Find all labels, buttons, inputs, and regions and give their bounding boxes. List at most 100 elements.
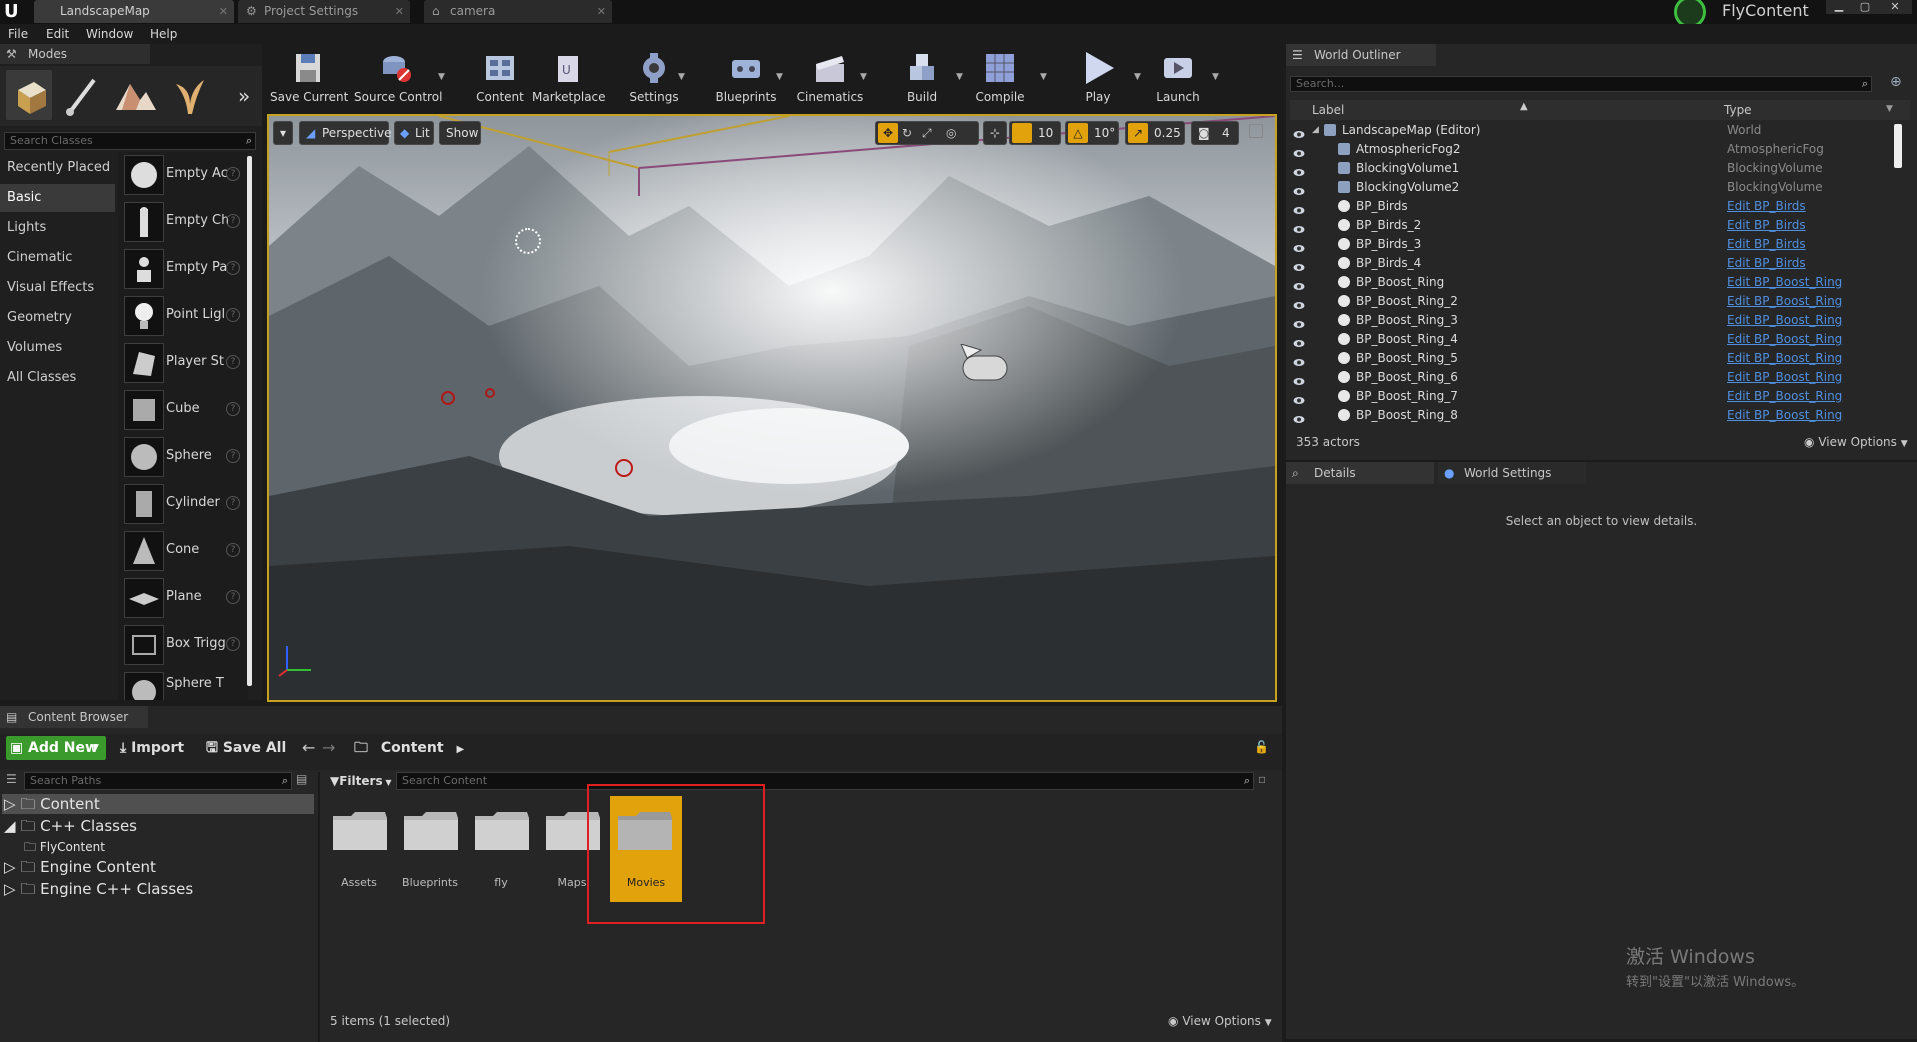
asset-folder[interactable]: Blueprints: [398, 804, 462, 904]
path-view-options-icon[interactable]: ▤: [296, 772, 307, 786]
cinematics-button[interactable]: Cinematics: [794, 48, 866, 106]
tree-item-engine-content[interactable]: ▷ 🗀 Engine Content: [4, 856, 156, 878]
placeable-item[interactable]: Empty Ac?: [122, 152, 242, 196]
add-folder-icon[interactable]: ⊕: [1890, 74, 1902, 90]
save-search-icon[interactable]: ▫: [1258, 772, 1266, 786]
placeable-item[interactable]: Box Trigg?: [122, 622, 242, 666]
viewport-options-button[interactable]: ▾: [273, 121, 293, 145]
close-icon[interactable]: ✕: [219, 0, 228, 23]
level-viewport[interactable]: ▾ ◢ Perspective ◆ Lit Show ✥ ↻ ⤢ ◎ ⊹ 10 …: [267, 114, 1277, 702]
help-icon[interactable]: ?: [226, 308, 240, 322]
maximize-viewport-icon[interactable]: [1249, 124, 1263, 138]
asset-folder[interactable]: Assets: [327, 804, 391, 904]
edit-blueprint-link[interactable]: Edit BP_Boost_Ring: [1727, 330, 1842, 349]
outliner-row[interactable]: BP_Boost_Ring_3 Edit BP_Boost_Ring: [1290, 311, 1906, 330]
visibility-eye-icon[interactable]: [1293, 240, 1305, 252]
chevron-right-icon[interactable]: ▶: [456, 744, 464, 755]
visibility-eye-icon[interactable]: [1293, 411, 1305, 423]
edit-blueprint-link[interactable]: Edit BP_Birds: [1727, 216, 1806, 235]
maximize-button[interactable]: ▢: [1852, 0, 1878, 14]
visibility-eye-icon[interactable]: [1293, 164, 1305, 176]
edit-blueprint-link[interactable]: Edit BP_Boost_Ring: [1727, 311, 1842, 330]
target-marker-icon[interactable]: [485, 388, 495, 398]
menu-help[interactable]: Help: [150, 24, 177, 44]
breadcrumb-content[interactable]: Content: [381, 740, 444, 756]
minimize-button[interactable]: ▁: [1826, 0, 1852, 14]
column-options-icon[interactable]: ▼: [1886, 104, 1893, 114]
category-basic[interactable]: Basic: [0, 184, 115, 212]
placeable-item[interactable]: Sphere?: [122, 434, 242, 478]
category-all-classes[interactable]: All Classes: [0, 364, 115, 392]
placeable-item[interactable]: Cube?: [122, 387, 242, 431]
tab-landscapemap[interactable]: LandscapeMap ✕: [34, 0, 234, 23]
import-button[interactable]: ⤓ Import: [120, 736, 184, 760]
outliner-row[interactable]: BP_Boost_Ring Edit BP_Boost_Ring: [1290, 273, 1906, 292]
tree-item-engine-cpp-classes[interactable]: ▷ 🗀 Engine C++ Classes: [4, 878, 193, 900]
outliner-row[interactable]: BP_Boost_Ring_5 Edit BP_Boost_Ring: [1290, 349, 1906, 368]
category-volumes[interactable]: Volumes: [0, 334, 115, 362]
category-cinematic[interactable]: Cinematic: [0, 244, 115, 272]
view-options-button[interactable]: ◉ View Options ▼: [1168, 1014, 1272, 1028]
category-lights[interactable]: Lights: [0, 214, 115, 242]
play-dropdown-icon[interactable]: ▼: [1134, 72, 1141, 82]
edit-blueprint-link[interactable]: Edit BP_Boost_Ring: [1727, 292, 1842, 311]
placeable-item[interactable]: Cone?: [122, 528, 242, 572]
placeable-scrollbar[interactable]: [247, 156, 252, 686]
help-icon[interactable]: ?: [226, 590, 240, 604]
edit-blueprint-link[interactable]: Edit BP_Birds: [1727, 197, 1806, 216]
tree-item-content[interactable]: ▷ 🗀 Content: [4, 793, 100, 815]
outliner-row[interactable]: BP_Boost_Ring_6 Edit BP_Boost_Ring: [1290, 368, 1906, 387]
visibility-eye-icon[interactable]: [1293, 373, 1305, 385]
scale-mode-icon[interactable]: ⤢: [922, 122, 932, 144]
sources-toggle-icon[interactable]: ☰: [6, 772, 17, 786]
camera-speed-button[interactable]: ◙ 4: [1191, 121, 1239, 145]
menu-edit[interactable]: Edit: [46, 24, 69, 44]
placeable-item[interactable]: Sphere T: [122, 669, 242, 700]
player-start-gamepad-icon[interactable]: [959, 343, 1013, 384]
outliner-row[interactable]: BP_Boost_Ring_4 Edit BP_Boost_Ring: [1290, 330, 1906, 349]
search-paths-input[interactable]: Search Paths ⌕: [24, 772, 292, 790]
perspective-button[interactable]: ◢ Perspective: [299, 121, 392, 145]
launch-button[interactable]: Launch: [1148, 48, 1208, 106]
outliner-row[interactable]: BP_Boost_Ring_2 Edit BP_Boost_Ring: [1290, 292, 1906, 311]
placeable-item[interactable]: Point Ligl?: [122, 293, 242, 337]
target-marker-icon[interactable]: [615, 459, 633, 477]
source-control-button[interactable]: Source Control: [354, 48, 442, 106]
target-marker-icon[interactable]: [441, 391, 455, 405]
visibility-eye-icon[interactable]: [1293, 126, 1305, 138]
rotate-mode-icon[interactable]: ↻: [902, 122, 912, 144]
edit-blueprint-link[interactable]: Edit BP_Boost_Ring: [1727, 406, 1842, 425]
search-content-input[interactable]: Search Content ⌕: [396, 772, 1254, 790]
world-outliner-tab[interactable]: ☰ World Outliner: [1286, 44, 1436, 66]
help-icon[interactable]: ?: [226, 261, 240, 275]
outliner-row[interactable]: BP_Boost_Ring_8 Edit BP_Boost_Ring: [1290, 406, 1906, 425]
outliner-row[interactable]: BP_Birds_3 Edit BP_Birds: [1290, 235, 1906, 254]
edit-blueprint-link[interactable]: Edit BP_Boost_Ring: [1727, 349, 1842, 368]
marketplace-button[interactable]: U Marketplace: [532, 48, 606, 106]
visibility-eye-icon[interactable]: [1293, 221, 1305, 233]
placeable-item[interactable]: Player St?: [122, 340, 242, 384]
help-icon[interactable]: ?: [226, 637, 240, 651]
modes-tab[interactable]: ⚒ Modes: [0, 44, 150, 64]
compile-button[interactable]: Compile: [968, 48, 1032, 106]
visibility-eye-icon[interactable]: [1293, 145, 1305, 157]
help-icon[interactable]: ?: [226, 402, 240, 416]
placeable-item[interactable]: Plane?: [122, 575, 242, 619]
world-settings-tab[interactable]: ● World Settings: [1438, 462, 1586, 484]
lit-button[interactable]: ◆ Lit: [394, 121, 434, 145]
compile-dropdown-icon[interactable]: ▼: [1040, 72, 1047, 82]
help-icon[interactable]: ?: [226, 355, 240, 369]
sort-ascending-icon[interactable]: ▲: [1520, 101, 1528, 112]
help-icon[interactable]: ?: [226, 214, 240, 228]
edit-blueprint-link[interactable]: Edit BP_Boost_Ring: [1727, 368, 1842, 387]
menu-window[interactable]: Window: [86, 24, 133, 44]
content-button[interactable]: Content: [470, 48, 530, 106]
visibility-eye-icon[interactable]: [1293, 183, 1305, 195]
source-control-dropdown-icon[interactable]: ▼: [438, 72, 445, 82]
edit-blueprint-link[interactable]: Edit BP_Birds: [1727, 254, 1806, 273]
breadcrumb[interactable]: 🗀 Content ▶: [354, 736, 464, 762]
paint-mode-icon[interactable]: [58, 70, 104, 120]
show-button[interactable]: Show: [439, 121, 481, 145]
world-space-icon[interactable]: ◎: [946, 122, 956, 144]
settings-dropdown-icon[interactable]: ▼: [678, 72, 685, 82]
